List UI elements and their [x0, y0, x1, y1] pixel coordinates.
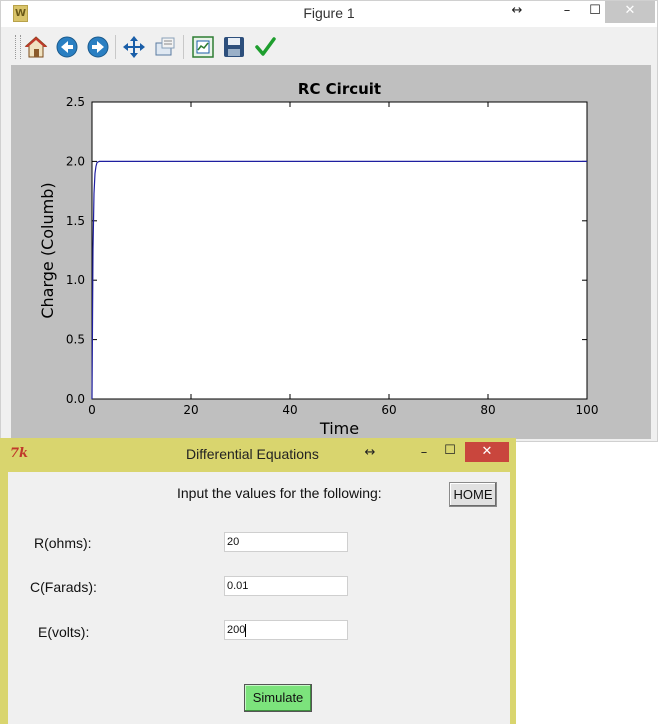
chart: RC Circuit 0 20 40 60 80 100 0.0 0.5 1.0 1.5 2.0 2.5…	[38, 80, 599, 438]
axes-frame	[91, 101, 588, 400]
minimize-button[interactable]: –	[557, 1, 577, 23]
resistance-input[interactable]: 20	[224, 532, 348, 552]
forward-icon[interactable]	[85, 34, 111, 60]
minimize-button[interactable]: –	[414, 443, 434, 465]
subplots-icon[interactable]	[190, 34, 216, 60]
y-tick-label: 0.5	[66, 333, 85, 347]
tk-feather-icon: 7k	[10, 446, 29, 461]
x-tick-label: 40	[282, 403, 297, 417]
x-tick-label: 0	[88, 403, 96, 417]
home-button[interactable]: HOME	[449, 482, 497, 507]
text-caret	[245, 623, 247, 637]
figure-titlebar[interactable]: W Figure 1 ↔ – ☐ ✕	[1, 1, 657, 27]
dialog-titlebar[interactable]: 7k Differential Equations ↔ – ☐ ✕	[0, 438, 516, 468]
y-tick-label: 2.0	[66, 154, 85, 168]
x-tick-label: 100	[576, 403, 599, 417]
y-tick-label: 1.5	[66, 214, 85, 228]
simulate-button[interactable]: Simulate	[244, 684, 312, 712]
x-tick-label: 60	[381, 403, 396, 417]
resistance-label: R(ohms):	[34, 535, 92, 551]
voltage-input[interactable]: 200	[224, 620, 348, 640]
voltage-value: 200	[227, 624, 246, 636]
y-tick-label: 0.0	[66, 392, 85, 406]
toolbar-separator	[183, 35, 184, 59]
maximize-button[interactable]: ☐	[440, 441, 460, 463]
toolbar-separator	[115, 35, 116, 59]
home-icon[interactable]	[23, 34, 49, 60]
x-tick-label: 20	[183, 403, 198, 417]
dialog-window: 7k Differential Equations ↔ – ☐ ✕ Input …	[0, 438, 516, 724]
resistance-value: 20	[227, 536, 240, 548]
form-heading: Input the values for the following:	[177, 485, 382, 501]
save-icon[interactable]	[221, 34, 247, 60]
capacitance-input[interactable]: 0.01	[224, 576, 348, 596]
x-tick-label: 80	[480, 403, 495, 417]
navigation-toolbar	[11, 29, 651, 65]
y-tick-label: 2.5	[66, 95, 85, 109]
plot-canvas[interactable]: RC Circuit 0 20 40 60 80 100 0.0 0.5 1.0 1.5 2.0 2.5…	[11, 65, 651, 439]
maximize-button[interactable]: ☐	[585, 1, 605, 23]
pan-icon[interactable]	[121, 34, 147, 60]
chart-title: RC Circuit	[298, 80, 381, 98]
capacitance-value: 0.01	[227, 580, 249, 592]
x-axis-label: Time	[319, 419, 359, 438]
y-tick-label: 1.0	[66, 273, 85, 287]
capacitance-label: C(Farads):	[30, 579, 97, 595]
resize-icon[interactable]: ↔	[360, 443, 380, 465]
toolbar-grip	[15, 35, 21, 59]
check-icon[interactable]	[252, 34, 278, 60]
close-button[interactable]: ✕	[605, 1, 655, 23]
voltage-label: E(volts):	[38, 624, 90, 640]
dialog-title: Differential Equations	[186, 446, 319, 462]
resize-icon[interactable]: ↔	[507, 1, 527, 23]
y-axis-label: Charge (Columb)	[38, 182, 57, 318]
close-button[interactable]: ✕	[465, 442, 509, 462]
back-icon[interactable]	[54, 34, 80, 60]
figure-window: W Figure 1 ↔ – ☐ ✕ RC Circuit 0 20 40 60…	[0, 0, 658, 442]
zoom-icon[interactable]	[152, 34, 178, 60]
